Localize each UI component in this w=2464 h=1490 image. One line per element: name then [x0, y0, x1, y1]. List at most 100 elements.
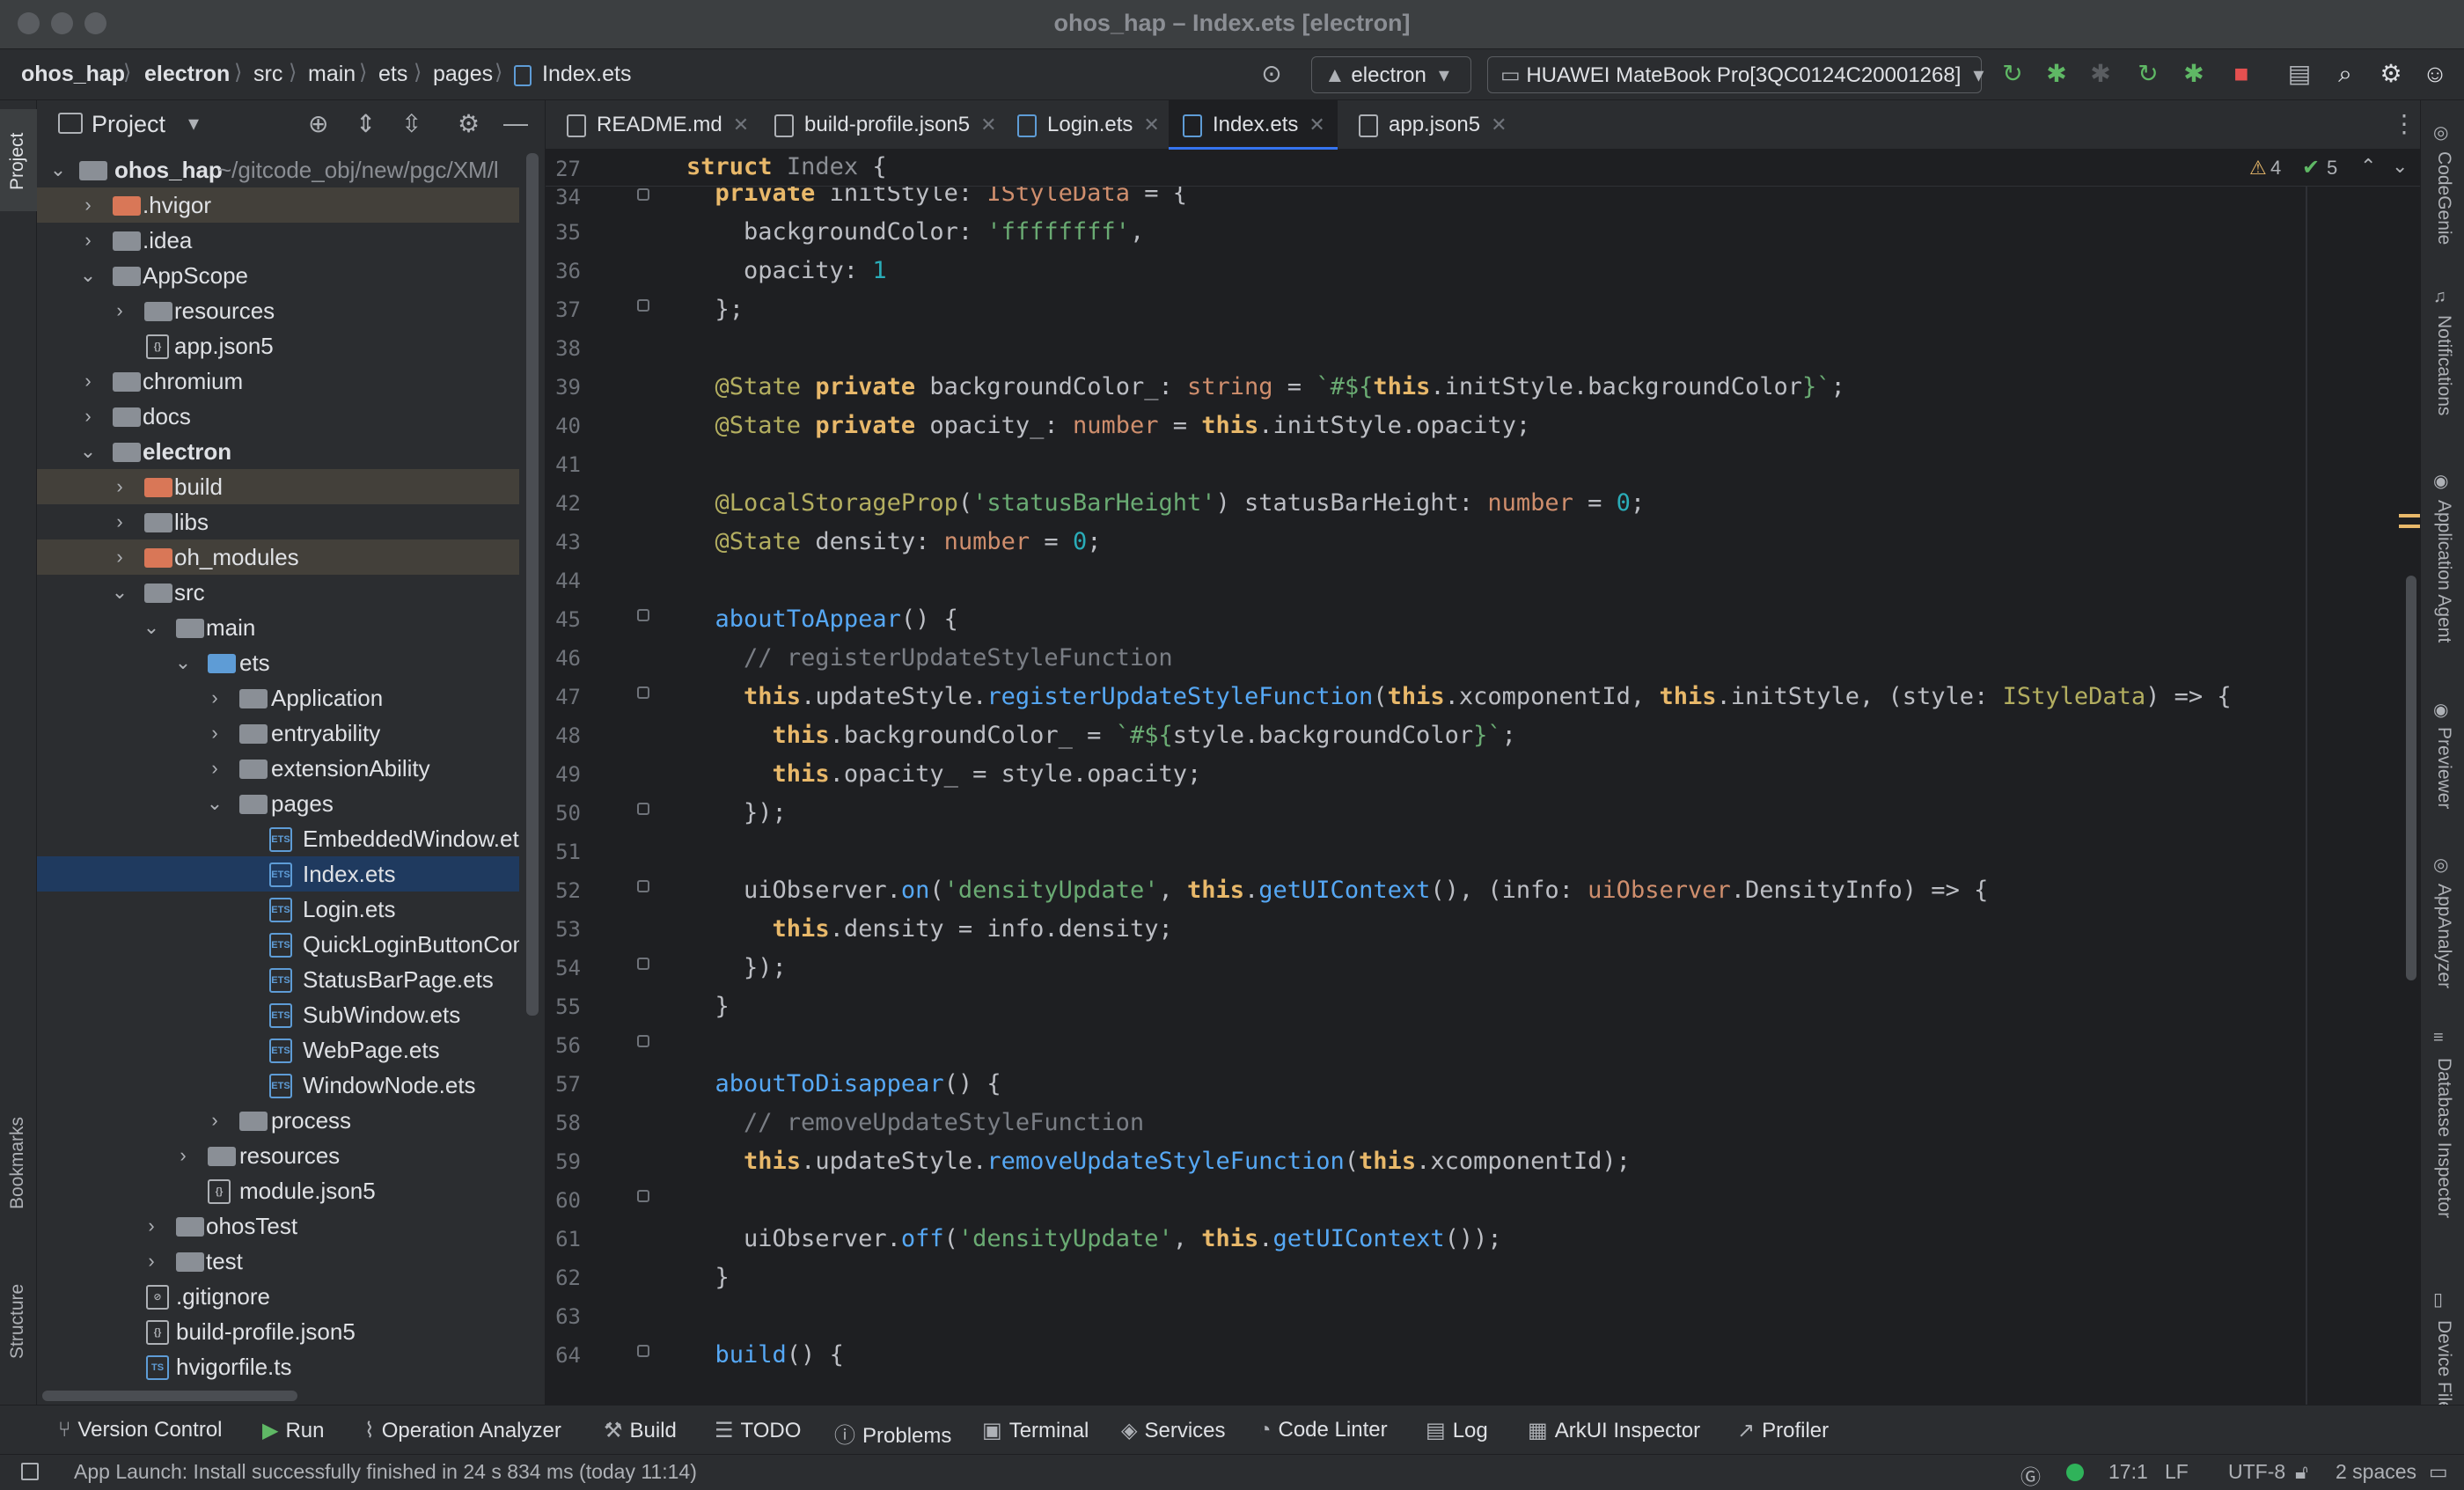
tab-build-profile[interactable]: build-profile.json5 ✕: [760, 100, 997, 150]
tree-item[interactable]: › ohosTest: [37, 1208, 519, 1244]
memory-indicator-icon[interactable]: ▭: [2429, 1460, 2448, 1484]
breadcrumb-item[interactable]: Index.ets: [542, 62, 631, 87]
tree-item[interactable]: ETSQuickLoginButtonComponent.ets: [37, 927, 519, 962]
tree-root[interactable]: ⌄ ohos_hap ~/gitcode_obj/new/pgc/XM/l: [37, 152, 519, 187]
breadcrumb-item[interactable]: src: [253, 62, 282, 87]
notifications-tool-tab[interactable]: Notifications: [2433, 315, 2454, 415]
collapse-all-icon[interactable]: ⇳: [401, 109, 422, 138]
profile-icon[interactable]: ✱: [2179, 61, 2209, 87]
warning-stripe-marker[interactable]: [2399, 525, 2422, 528]
check-icon[interactable]: ✔: [2302, 155, 2320, 180]
services-tool[interactable]: ◈ Services: [1121, 1418, 1226, 1443]
tree-item[interactable]: ⌄ main: [37, 610, 519, 645]
tab-readme[interactable]: README.md ✕: [553, 100, 749, 150]
tree-item[interactable]: › .hvigor: [37, 187, 519, 223]
grammar-icon[interactable]: Ⓖ: [2020, 1460, 2041, 1490]
chevron-down-icon[interactable]: ▾: [188, 111, 199, 136]
tree-item[interactable]: ⌄ src: [37, 575, 519, 610]
tree-item[interactable]: › oh_modules: [37, 539, 519, 575]
build-tool[interactable]: ⚒ Build: [604, 1418, 677, 1443]
tab-app-json5[interactable]: app.json5 ✕: [1345, 100, 1507, 150]
tree-item[interactable]: ⌄ ets: [37, 645, 519, 680]
breadcrumb-item[interactable]: electron: [144, 62, 230, 87]
tree-item[interactable]: › docs: [37, 399, 519, 434]
tree-item[interactable]: ETS StatusBarPage.ets: [37, 962, 519, 997]
close-icon[interactable]: ✕: [1491, 114, 1507, 136]
tree-item[interactable]: › chromium: [37, 363, 519, 399]
close-icon[interactable]: ✕: [1309, 114, 1324, 136]
project-view-title[interactable]: Project: [92, 111, 165, 138]
tree-item[interactable]: ETS WebPage.ets: [37, 1032, 519, 1068]
breadcrumb-item[interactable]: ohos_hap: [21, 62, 125, 87]
warning-icon[interactable]: ⚠: [2249, 157, 2267, 180]
line-separator[interactable]: LF: [2165, 1460, 2189, 1484]
indent-setting[interactable]: 2 spaces: [2336, 1460, 2416, 1484]
expand-all-icon[interactable]: ⇕: [356, 109, 376, 138]
panel-toggle-icon[interactable]: [21, 1463, 39, 1480]
codegenie-tool-tab[interactable]: CodeGenie: [2433, 151, 2454, 245]
terminal-tool[interactable]: ▣ Terminal: [982, 1418, 1089, 1443]
next-highlight-icon[interactable]: ⌄: [2392, 155, 2408, 178]
tree-item[interactable]: {} app.json5: [37, 328, 519, 363]
close-icon[interactable]: ✕: [733, 114, 749, 136]
gear-icon[interactable]: ⚙: [458, 109, 480, 138]
problems-tool[interactable]: ⓘ Problems: [834, 1418, 951, 1449]
tree-item[interactable]: {} build-profile.json5: [37, 1314, 519, 1349]
version-control-tool[interactable]: ⑂ Version Control: [58, 1418, 223, 1442]
tree-item[interactable]: › libs: [37, 504, 519, 539]
arkui-inspector-tool[interactable]: ▦ ArkUI Inspector: [1528, 1418, 1700, 1443]
tree-item[interactable]: › extensionAbility: [37, 751, 519, 786]
tree-item[interactable]: ETS SubWindow.ets: [37, 997, 519, 1032]
run-tool[interactable]: ▶ Run: [262, 1418, 325, 1443]
hide-panel-icon[interactable]: —: [503, 109, 528, 137]
tree-item[interactable]: › test: [37, 1244, 519, 1279]
tree-item[interactable]: › resources: [37, 1138, 519, 1173]
todo-tool[interactable]: ☰ TODO: [715, 1418, 801, 1443]
status-message[interactable]: App Launch: Install successfully finishe…: [74, 1460, 697, 1484]
tree-item[interactable]: ⊘ .gitignore: [37, 1279, 519, 1314]
caret-position[interactable]: 17:1: [2108, 1460, 2148, 1484]
log-tool[interactable]: ▤ Log: [1426, 1418, 1488, 1443]
tree-item[interactable]: ETS WindowNode.ets: [37, 1068, 519, 1103]
lock-icon[interactable]: 🔓︎: [2295, 1460, 2308, 1484]
project-vertical-scrollbar[interactable]: [526, 153, 539, 1016]
tree-item[interactable]: › entryability: [37, 716, 519, 751]
more-tabs-icon[interactable]: ⋮: [2392, 109, 2416, 138]
attach-debugger-icon[interactable]: ✱: [2086, 61, 2116, 87]
rerun-icon[interactable]: ↻: [1998, 61, 2028, 87]
appanalyzer-tool-tab[interactable]: AppAnalyzer: [2433, 884, 2454, 988]
folder-icon[interactable]: ▤: [2284, 61, 2314, 87]
device-dropdown[interactable]: ▭ HUAWEI MateBook Pro[3QC0124C20001268] ▾: [1487, 56, 1984, 93]
tree-item[interactable]: › build: [37, 469, 519, 504]
close-icon[interactable]: ✕: [980, 114, 996, 136]
target-icon[interactable]: ⊙: [1257, 61, 1287, 87]
gear-icon[interactable]: ⚙: [2376, 61, 2406, 87]
warning-stripe-marker[interactable]: [2399, 514, 2422, 517]
tree-item[interactable]: › process: [37, 1103, 519, 1138]
operation-analyzer-tool[interactable]: ⌇ Operation Analyzer: [364, 1418, 561, 1443]
tree-item[interactable]: ⌄ pages: [37, 786, 519, 821]
previous-highlight-icon[interactable]: ⌃: [2360, 155, 2376, 178]
tree-item[interactable]: › resources: [37, 293, 519, 328]
previewer-tool-tab[interactable]: Previewer: [2433, 727, 2454, 809]
debug-icon[interactable]: ✱: [2042, 61, 2072, 87]
tree-item[interactable]: ETS Login.ets: [37, 892, 519, 927]
search-icon[interactable]: ⌕: [2330, 61, 2360, 87]
status-indicator-icon[interactable]: [2066, 1464, 2084, 1481]
project-tool-tab[interactable]: Project: [0, 109, 37, 211]
tree-item[interactable]: TS hvigorfile.ts: [37, 1349, 519, 1384]
tree-item[interactable]: › .idea: [37, 223, 519, 258]
apply-changes-icon[interactable]: ↻: [2133, 61, 2163, 87]
tree-item[interactable]: ETS EmbeddedWindow.ets: [37, 821, 519, 856]
tab-index[interactable]: Index.ets ✕: [1169, 100, 1338, 150]
editor-vertical-scrollbar[interactable]: [2406, 576, 2416, 980]
breadcrumb-item[interactable]: main: [308, 62, 356, 87]
project-horizontal-scrollbar[interactable]: [42, 1391, 297, 1401]
stop-icon[interactable]: ■: [2226, 61, 2256, 87]
application-agent-tool-tab[interactable]: Application Agent: [2433, 500, 2454, 642]
code-linter-tool[interactable]: ◔ Code Linter: [1258, 1418, 1388, 1442]
tree-item-selected[interactable]: ETS Index.ets: [37, 856, 519, 892]
tree-item[interactable]: {} module.json5: [37, 1173, 519, 1208]
breadcrumb-item[interactable]: ets: [378, 62, 407, 87]
database-inspector-tool-tab[interactable]: Database Inspector: [2433, 1058, 2454, 1218]
